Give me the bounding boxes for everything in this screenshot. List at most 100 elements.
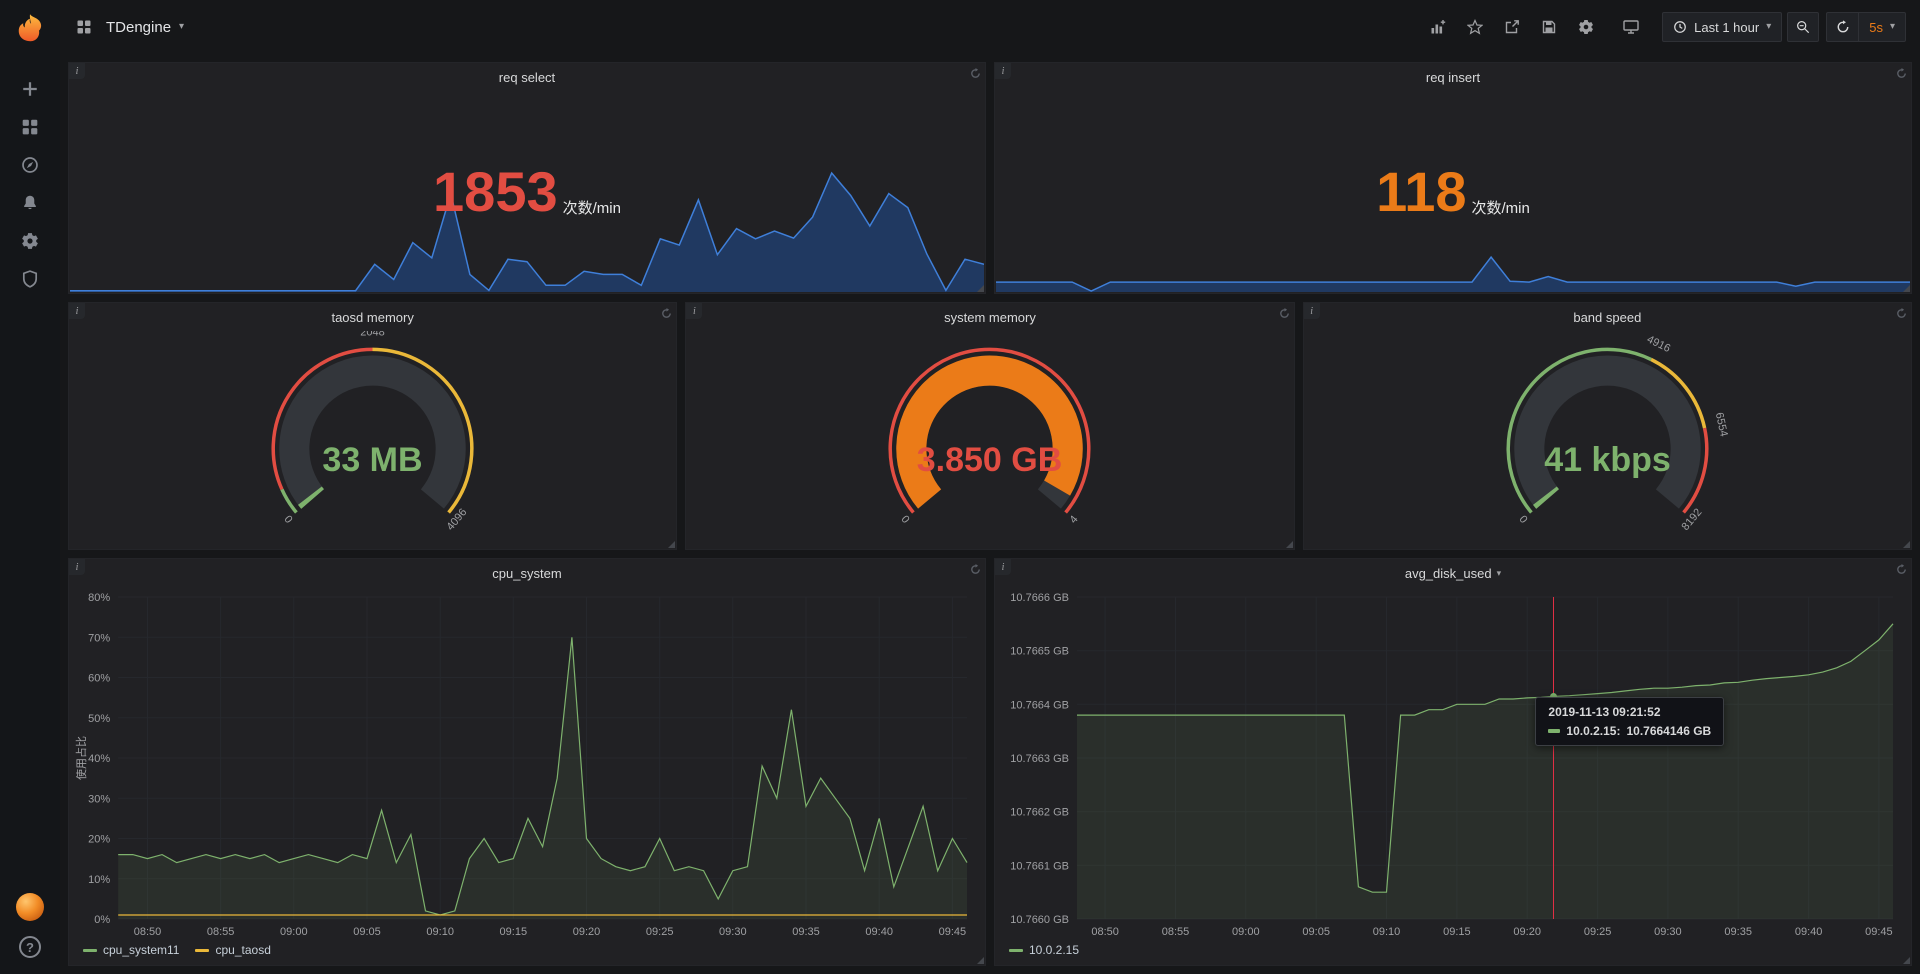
panel-info-icon[interactable]: i: [995, 559, 1011, 575]
graph-cpu-system[interactable]: 0%10%20%30%40%50%60%70%80%08:5008:5509:0…: [73, 587, 981, 941]
panel-loading-icon: [1896, 562, 1907, 580]
sidebar-item-alerting[interactable]: [0, 184, 60, 222]
grafana-logo[interactable]: [12, 12, 48, 48]
gauge-taosd-memory: 02048409633 MB: [69, 331, 676, 549]
svg-text:09:15: 09:15: [500, 926, 528, 938]
panel-title-cpu-system[interactable]: cpu_system: [69, 559, 985, 587]
panel-title-system-memory[interactable]: system memory: [686, 303, 1293, 331]
svg-text:使用占比: 使用占比: [74, 736, 88, 780]
zoom-out-button[interactable]: [1787, 12, 1819, 42]
sparkline-req-select: [70, 167, 984, 292]
refresh-icon: [1836, 20, 1850, 34]
tooltip-series-value: 10.7664146 GB: [1626, 724, 1711, 738]
svg-text:09:00: 09:00: [1232, 926, 1260, 938]
svg-text:6554: 6554: [1712, 411, 1729, 437]
gauge-band-speed: 049166554819241 kbps: [1304, 331, 1911, 549]
panel-resize-handle[interactable]: [1903, 541, 1910, 548]
legend-item[interactable]: cpu_system11: [83, 943, 179, 957]
caret-down-icon: ▾: [1766, 22, 1771, 32]
svg-text:50%: 50%: [88, 713, 110, 725]
caret-down-icon: ▾: [1890, 22, 1895, 32]
gear-icon: [1578, 19, 1594, 35]
refresh-interval-button[interactable]: 5s ▾: [1858, 12, 1906, 42]
svg-text:09:45: 09:45: [939, 926, 967, 938]
tv-monitor-icon: [1623, 19, 1639, 35]
panel-resize-handle[interactable]: [977, 957, 984, 964]
share-button[interactable]: [1496, 11, 1528, 43]
sidebar-item-server-admin[interactable]: [0, 260, 60, 298]
dashboard-title[interactable]: TDengine ▾: [106, 19, 184, 36]
sidebar-item-help[interactable]: ?: [0, 934, 60, 960]
svg-text:09:10: 09:10: [1373, 926, 1401, 938]
panel-loading-icon: [661, 306, 672, 324]
panel-menu-caret-icon[interactable]: ▾: [1497, 569, 1502, 578]
shield-icon: [21, 270, 39, 288]
svg-text:10.7664 GB: 10.7664 GB: [1010, 699, 1069, 711]
panel-resize-handle[interactable]: [1286, 541, 1293, 548]
panel-loading-icon: [970, 562, 981, 580]
svg-text:41 kbps: 41 kbps: [1544, 441, 1671, 479]
panel-info-icon[interactable]: i: [995, 63, 1011, 79]
panel-resize-handle[interactable]: [1903, 285, 1910, 292]
grafana-app: ? TDengine ▾: [0, 0, 1920, 974]
sidebar-item-configuration[interactable]: [0, 222, 60, 260]
svg-text:10.7665 GB: 10.7665 GB: [1010, 646, 1069, 658]
dashboard-settings-button[interactable]: [1570, 11, 1602, 43]
svg-text:08:55: 08:55: [207, 926, 235, 938]
panel-loading-icon: [1279, 306, 1290, 324]
save-button[interactable]: [1533, 11, 1565, 43]
sidebar-item-dashboards[interactable]: [0, 108, 60, 146]
panel-info-icon[interactable]: i: [69, 63, 85, 79]
panel-cpu-system: i cpu_system 0%10%20%30%40%50%60%70%80%0…: [68, 558, 986, 966]
svg-text:09:45: 09:45: [1865, 926, 1893, 938]
panel-info-icon[interactable]: i: [69, 559, 85, 575]
svg-text:10.7666 GB: 10.7666 GB: [1010, 592, 1069, 604]
plus-icon: [21, 80, 39, 98]
svg-text:10.7661 GB: 10.7661 GB: [1010, 860, 1069, 872]
svg-text:09:20: 09:20: [573, 926, 601, 938]
refresh-interval-label: 5s: [1869, 20, 1883, 35]
add-panel-button[interactable]: [1422, 11, 1454, 43]
panel-info-icon[interactable]: i: [1304, 303, 1320, 319]
panel-resize-handle[interactable]: [668, 541, 675, 548]
svg-text:60%: 60%: [88, 673, 110, 685]
legend-item[interactable]: cpu_taosd: [195, 943, 270, 957]
panel-title-req-select[interactable]: req select: [69, 63, 985, 91]
time-picker-button[interactable]: Last 1 hour ▾: [1662, 12, 1782, 42]
svg-text:09:35: 09:35: [1724, 926, 1752, 938]
navbar: TDengine ▾ La: [60, 0, 1920, 54]
panel-info-icon[interactable]: i: [69, 303, 85, 319]
tooltip-series-label: 10.0.2.15:: [1566, 724, 1620, 738]
sidebar-item-profile[interactable]: [0, 892, 60, 922]
sidebar-item-create[interactable]: [0, 70, 60, 108]
svg-text:09:00: 09:00: [280, 926, 308, 938]
svg-text:09:30: 09:30: [719, 926, 747, 938]
sidebar-item-explore[interactable]: [0, 146, 60, 184]
bell-icon: [21, 194, 39, 212]
dashboard-grid: i req select 1853 次数/min i req insert 11…: [60, 54, 1920, 974]
cycle-view-button[interactable]: [1615, 11, 1647, 43]
dashboard-grid-button[interactable]: [68, 11, 100, 43]
svg-text:09:25: 09:25: [1584, 926, 1612, 938]
graph-avg-disk-used[interactable]: 10.7660 GB10.7661 GB10.7662 GB10.7663 GB…: [999, 587, 1907, 941]
tooltip-series-swatch: [1548, 729, 1560, 733]
panel-title-band-speed[interactable]: band speed: [1304, 303, 1911, 331]
refresh-control: 5s ▾: [1826, 12, 1906, 42]
svg-text:08:50: 08:50: [134, 926, 162, 938]
panel-title-req-insert[interactable]: req insert: [995, 63, 1911, 91]
panel-resize-handle[interactable]: [977, 285, 984, 292]
legend-item[interactable]: 10.0.2.15: [1009, 943, 1079, 957]
svg-text:08:50: 08:50: [1091, 926, 1119, 938]
panel-info-icon[interactable]: i: [686, 303, 702, 319]
dashboards-grid-icon: [21, 118, 39, 136]
star-button[interactable]: [1459, 11, 1491, 43]
panel-resize-handle[interactable]: [1903, 957, 1910, 964]
svg-text:09:20: 09:20: [1513, 926, 1541, 938]
svg-text:30%: 30%: [88, 793, 110, 805]
panel-title-taosd-memory[interactable]: taosd memory: [69, 303, 676, 331]
refresh-button[interactable]: [1826, 12, 1858, 42]
graph-tooltip: 2019-11-13 09:21:52 10.0.2.15: 10.766414…: [1535, 697, 1724, 746]
panel-title-avg-disk-used[interactable]: avg_disk_used ▾: [995, 559, 1911, 587]
svg-text:09:10: 09:10: [426, 926, 454, 938]
caret-down-icon: ▾: [179, 22, 184, 32]
